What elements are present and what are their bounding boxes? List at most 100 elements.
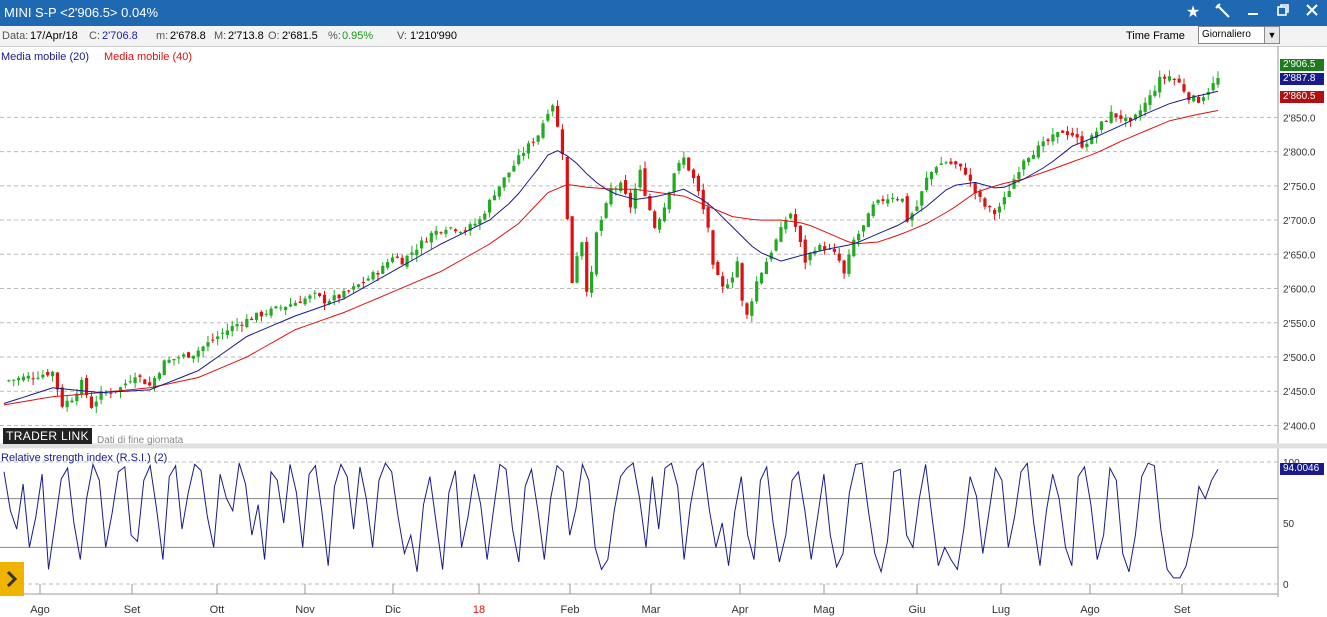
candle-body	[94, 401, 98, 407]
wand-icon[interactable]	[1212, 2, 1234, 24]
open-label: O:	[268, 30, 280, 42]
candle-body	[259, 311, 263, 317]
candle-body	[716, 262, 720, 275]
candle-body	[7, 380, 11, 382]
candle-body	[133, 377, 137, 384]
candle-body	[808, 253, 812, 261]
candle-body	[866, 213, 870, 228]
candle-body	[920, 191, 924, 206]
side-panel-button[interactable]	[0, 562, 24, 596]
candle-body	[589, 271, 594, 293]
candle-body	[925, 177, 929, 191]
candle-body	[206, 342, 210, 347]
candle-body	[1041, 141, 1045, 147]
candle-body	[959, 163, 963, 167]
price-tick-label: 2'700.0	[1283, 216, 1316, 227]
timeframe-select[interactable]: Giornaliero ▼	[1198, 26, 1280, 44]
candle-body	[1051, 134, 1055, 142]
candle-body	[352, 286, 356, 290]
month-label: Mag	[813, 604, 834, 616]
candle-body	[667, 192, 671, 210]
close-value: 2'706.8	[102, 30, 138, 42]
candle-body	[264, 313, 268, 315]
candle-body	[371, 272, 375, 280]
candle-body	[225, 330, 229, 336]
candle-body	[580, 242, 584, 257]
candle-body	[235, 324, 239, 327]
candle-body	[1143, 102, 1147, 112]
candle-body	[420, 240, 424, 249]
candle-body	[240, 324, 244, 326]
candle-body	[521, 152, 526, 156]
volume-value: 1'210'990	[410, 30, 458, 42]
candle-body	[988, 206, 992, 208]
candle-body	[1036, 145, 1040, 158]
max-value: 2'713.8	[228, 30, 264, 42]
candle-body	[478, 219, 482, 225]
candle-body	[167, 359, 171, 363]
candle-body	[284, 306, 288, 311]
candle-body	[1046, 139, 1050, 142]
candle-body	[934, 167, 938, 173]
candle-body	[502, 177, 506, 188]
candle-body	[905, 196, 909, 222]
open-value: 2'681.5	[282, 30, 318, 42]
candle-body	[1158, 76, 1162, 93]
candle-body	[949, 161, 953, 164]
minimize-icon[interactable]	[1242, 2, 1264, 24]
candle-body	[157, 373, 161, 379]
candle-body	[50, 371, 55, 377]
candle-body	[138, 375, 142, 377]
candle-body	[172, 358, 176, 361]
candle-body	[623, 180, 628, 194]
month-label: Ago	[30, 604, 50, 616]
candle-body	[1138, 110, 1142, 116]
candle-body	[182, 354, 186, 357]
candle-body	[793, 214, 798, 227]
candle-body	[274, 306, 278, 309]
candle-body	[458, 231, 463, 233]
candle-body	[682, 157, 686, 165]
candle-body	[1119, 115, 1123, 119]
candle-body	[1124, 117, 1128, 122]
candle-body	[410, 252, 414, 255]
candle-body	[46, 372, 50, 376]
price-tick-label: 2'600.0	[1283, 285, 1316, 296]
price-tick-label: 2'650.0	[1283, 250, 1316, 261]
candle-body	[954, 161, 958, 165]
candle-body	[604, 203, 608, 218]
close-icon[interactable]	[1301, 2, 1323, 24]
candle-body	[332, 295, 336, 301]
candle-body	[609, 188, 613, 205]
candle-body	[541, 123, 545, 138]
close-label: C:	[89, 30, 100, 42]
candle-body	[216, 336, 220, 340]
candle-body	[721, 276, 725, 287]
candle-body	[308, 295, 312, 299]
candle-body	[638, 169, 642, 188]
candle-body	[424, 241, 429, 243]
candle-body	[759, 272, 764, 284]
candle-body	[177, 357, 181, 359]
candle-body	[16, 377, 21, 381]
star-icon[interactable]: ★	[1182, 2, 1204, 24]
candle-body	[735, 261, 739, 278]
month-label: Set	[124, 604, 141, 616]
candle-body	[837, 253, 841, 261]
timeframe-label: Time Frame	[1126, 30, 1185, 42]
price-tag-rsi: 94.0046	[1280, 463, 1324, 475]
candle-body	[575, 256, 579, 283]
candle-body	[706, 207, 710, 228]
price-tick-label: 2'850.0	[1283, 113, 1316, 124]
candle-body	[755, 281, 759, 302]
restore-icon[interactable]	[1272, 2, 1294, 24]
candle-body	[526, 143, 531, 154]
candle-body	[978, 191, 982, 197]
candle-body	[968, 174, 972, 181]
candle-body	[570, 216, 574, 284]
candle-body	[31, 378, 35, 380]
candle-body	[143, 379, 147, 385]
candle-body	[386, 262, 390, 268]
candle-body	[12, 379, 16, 381]
chevron-down-icon[interactable]: ▼	[1264, 27, 1279, 43]
